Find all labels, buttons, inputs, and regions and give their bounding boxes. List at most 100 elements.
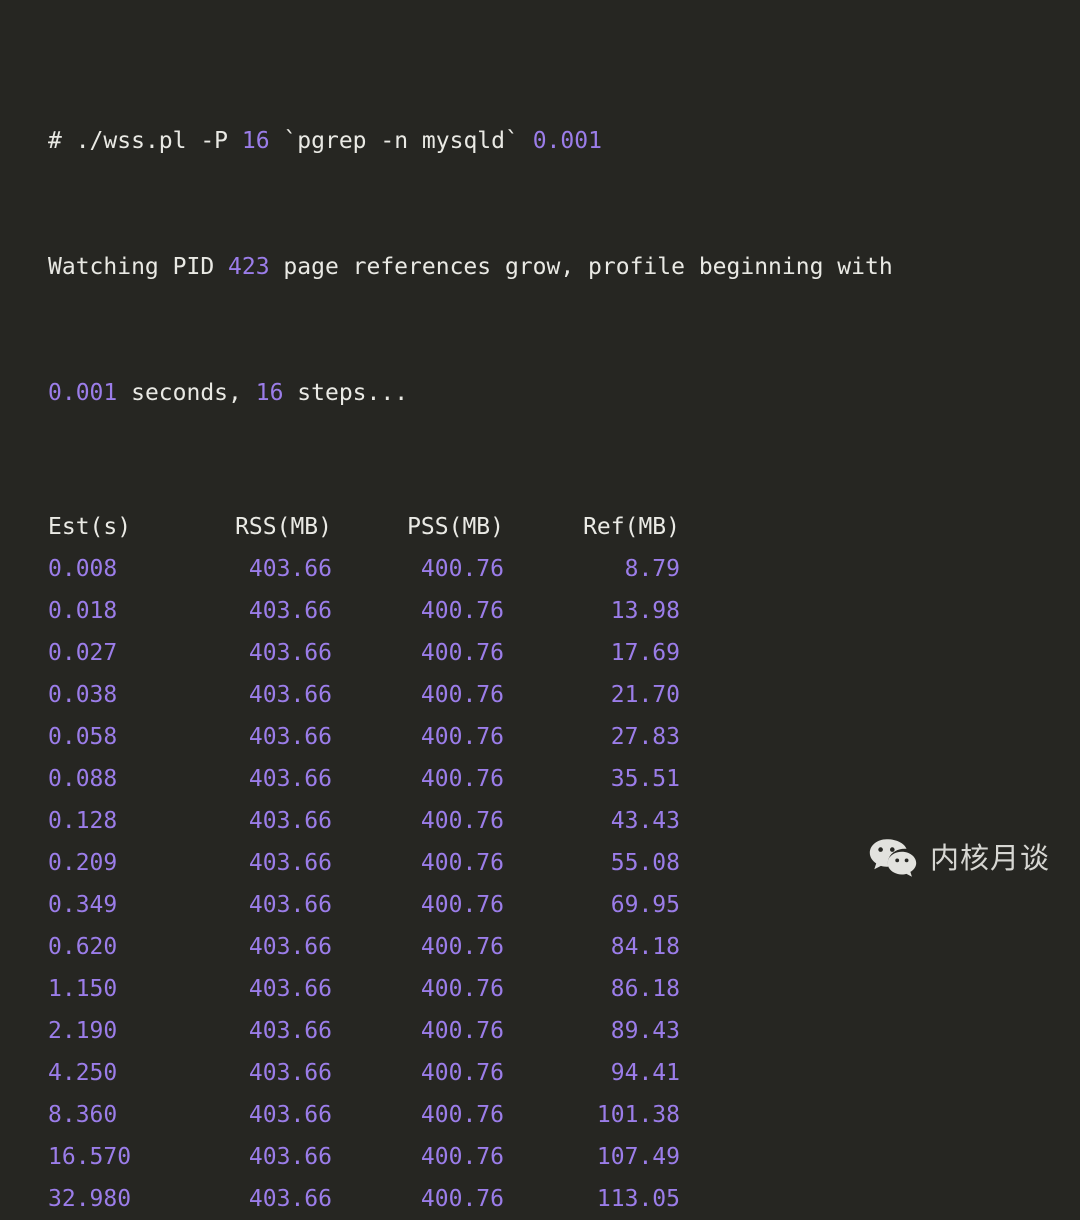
table-row: 4.250 403.66 400.76 94.41 — [48, 1052, 1080, 1094]
cell-rss: 403.66 — [248, 1186, 332, 1212]
table-row: 0.027 403.66 400.76 17.69 — [48, 632, 1080, 674]
cell-rss: 403.66 — [248, 682, 332, 708]
cell-rss: 403.66 — [248, 1102, 332, 1128]
cell-rss: 403.66 — [248, 598, 332, 624]
cell-ref: 17.69 — [610, 640, 680, 666]
cell-pss: 400.76 — [420, 640, 504, 666]
cell-rss: 403.66 — [248, 892, 332, 918]
column-header-est: Est(s) — [48, 514, 132, 540]
table-row: 0.128 403.66 400.76 43.43 — [48, 800, 1080, 842]
cell-pss: 400.76 — [420, 1144, 504, 1170]
table-row: 0.058 403.66 400.76 27.83 — [48, 716, 1080, 758]
cell-ref: 84.18 — [610, 934, 680, 960]
cell-rss: 403.66 — [248, 976, 332, 1002]
column-header-pss: PSS(MB) — [407, 514, 504, 540]
wechat-icon — [868, 837, 918, 879]
cell-ref: 13.98 — [610, 598, 680, 624]
command-target: `pgrep -n mysqld` — [269, 128, 533, 154]
cell-pss: 400.76 — [420, 1186, 504, 1212]
cell-ref: 21.70 — [610, 682, 680, 708]
cell-pss: 400.76 — [420, 1018, 504, 1044]
command-output-header: # ./wss.pl -P 16 `pgrep -n mysqld` 0.001… — [48, 36, 1080, 498]
cell-pss: 400.76 — [420, 1102, 504, 1128]
cell-est: 2.190 — [48, 1018, 118, 1044]
cell-ref: 94.41 — [610, 1060, 680, 1086]
cell-est: 0.088 — [48, 766, 118, 792]
column-header-ref: Ref(MB) — [583, 514, 680, 540]
status-interval: 0.001 — [48, 380, 118, 406]
cell-ref: 55.08 — [610, 850, 680, 876]
status-text-1: Watching PID — [48, 254, 229, 280]
command-interval: 0.001 — [532, 128, 602, 154]
table-row: 0.088 403.66 400.76 35.51 — [48, 758, 1080, 800]
cell-pss: 400.76 — [420, 892, 504, 918]
cell-rss: 403.66 — [248, 808, 332, 834]
status-line: Watching PID 423 page references grow, p… — [48, 246, 1080, 288]
status-text-3: seconds, — [117, 380, 256, 406]
cell-est: 0.058 — [48, 724, 118, 750]
cell-rss: 403.66 — [248, 1144, 332, 1170]
cell-rss: 403.66 — [248, 1060, 332, 1086]
cell-ref: 43.43 — [610, 808, 680, 834]
cell-pss: 400.76 — [420, 724, 504, 750]
cell-pss: 400.76 — [420, 1060, 504, 1086]
cell-est: 0.209 — [48, 850, 118, 876]
table-row: 8.360 403.66 400.76 101.38 — [48, 1094, 1080, 1136]
cell-est: 0.018 — [48, 598, 118, 624]
status-line-continued: 0.001 seconds, 16 steps... — [48, 372, 1080, 414]
cell-rss: 403.66 — [248, 724, 332, 750]
cell-ref: 86.18 — [610, 976, 680, 1002]
cell-ref: 8.79 — [624, 556, 680, 582]
command-parallel-arg: 16 — [241, 128, 270, 154]
watermark: 内核月谈 — [868, 837, 1050, 879]
table-row: 16.570 403.66 400.76 107.49 — [48, 1136, 1080, 1178]
table-body: 0.008 403.66 400.76 8.79 0.018 403.66 400.76 13… — [48, 548, 1080, 1220]
cell-est: 8.360 — [48, 1102, 118, 1128]
table-row: 0.018 403.66 400.76 13.98 — [48, 590, 1080, 632]
cell-est: 32.980 — [48, 1186, 132, 1212]
cell-rss: 403.66 — [248, 934, 332, 960]
cell-pss: 400.76 — [420, 808, 504, 834]
cell-est: 0.008 — [48, 556, 118, 582]
cell-pss: 400.76 — [420, 766, 504, 792]
table-row: 0.038 403.66 400.76 21.70 — [48, 674, 1080, 716]
cell-rss: 403.66 — [248, 850, 332, 876]
cell-rss: 403.66 — [248, 1018, 332, 1044]
status-steps: 16 — [255, 380, 284, 406]
cell-est: 16.570 — [48, 1144, 132, 1170]
cell-pss: 400.76 — [420, 934, 504, 960]
cell-pss: 400.76 — [420, 556, 504, 582]
shell-prompt: # — [48, 128, 76, 154]
status-text-2: page references grow, profile beginning … — [269, 254, 893, 280]
table-row: 0.008 403.66 400.76 8.79 — [48, 548, 1080, 590]
cell-ref: 35.51 — [610, 766, 680, 792]
cell-pss: 400.76 — [420, 598, 504, 624]
cell-pss: 400.76 — [420, 682, 504, 708]
cell-ref: 89.43 — [610, 1018, 680, 1044]
cell-est: 1.150 — [48, 976, 118, 1002]
cell-est: 0.038 — [48, 682, 118, 708]
cell-ref: 113.05 — [596, 1186, 680, 1212]
cell-ref: 69.95 — [610, 892, 680, 918]
table-row: 2.190 403.66 400.76 89.43 — [48, 1010, 1080, 1052]
cell-ref: 101.38 — [596, 1102, 680, 1128]
cell-rss: 403.66 — [248, 766, 332, 792]
cell-est: 0.128 — [48, 808, 118, 834]
table-row: 0.620 403.66 400.76 84.18 — [48, 926, 1080, 968]
table-row: 32.980 403.66 400.76 113.05 — [48, 1178, 1080, 1220]
cell-est: 0.620 — [48, 934, 118, 960]
column-header-rss: RSS(MB) — [235, 514, 332, 540]
cell-est: 0.349 — [48, 892, 118, 918]
status-pid: 423 — [228, 254, 270, 280]
cell-pss: 400.76 — [420, 850, 504, 876]
cell-est: 0.027 — [48, 640, 118, 666]
watermark-text: 内核月谈 — [929, 840, 1050, 875]
terminal-window: # ./wss.pl -P 16 `pgrep -n mysqld` 0.001… — [0, 0, 1080, 1212]
cell-ref: 107.49 — [596, 1144, 680, 1170]
cell-est: 4.250 — [48, 1060, 118, 1086]
table-row: 1.150 403.66 400.76 86.18 — [48, 968, 1080, 1010]
cell-pss: 400.76 — [420, 976, 504, 1002]
command-script: ./wss.pl -P — [75, 128, 242, 154]
cell-rss: 403.66 — [248, 640, 332, 666]
cell-rss: 403.66 — [248, 556, 332, 582]
